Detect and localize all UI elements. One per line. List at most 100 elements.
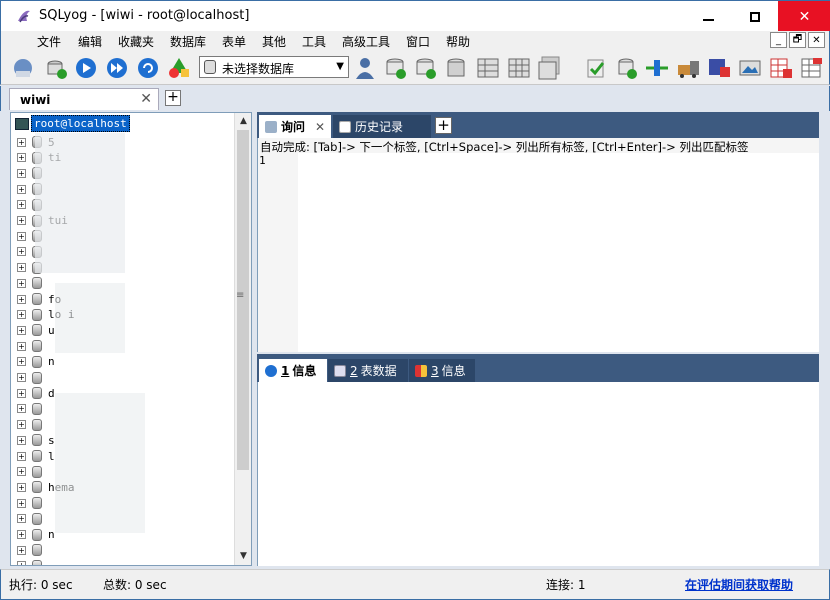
expand-icon[interactable]: + — [17, 357, 26, 367]
expand-icon[interactable]: + — [17, 420, 26, 430]
tree-item-database[interactable]: + — [17, 371, 48, 385]
image-icon[interactable] — [737, 55, 763, 81]
add-connection-tab-button[interactable]: + — [165, 90, 181, 106]
expand-icon[interactable]: + — [17, 388, 26, 398]
expand-icon[interactable]: + — [17, 247, 26, 257]
execute-all-icon[interactable] — [104, 55, 130, 81]
export-icon[interactable] — [768, 55, 794, 81]
tree-item-database[interactable]: + — [17, 465, 48, 479]
menu-help[interactable]: 帮助 — [446, 33, 470, 50]
tree-item-database[interactable]: + l — [17, 449, 55, 463]
tree-item-database[interactable]: + — [17, 402, 48, 416]
tree-item-database[interactable]: + — [17, 543, 48, 557]
table-icon[interactable] — [506, 55, 532, 81]
database-select[interactable]: 未选择数据库 ▼ — [199, 56, 349, 78]
expand-icon[interactable]: + — [17, 530, 26, 539]
menu-edit[interactable]: 编辑 — [78, 33, 102, 50]
new-connection-plus-icon[interactable] — [43, 55, 69, 81]
grid-icon[interactable] — [475, 55, 501, 81]
expand-icon[interactable]: + — [17, 373, 26, 382]
menu-window[interactable]: 窗口 — [406, 33, 430, 50]
expand-icon[interactable]: + — [17, 498, 26, 508]
scroll-up-icon[interactable]: ▲ — [235, 113, 251, 130]
expand-icon[interactable]: + — [17, 294, 26, 304]
expand-icon[interactable]: + — [17, 482, 26, 492]
tab-result-table-data[interactable]: 2 表数据 — [328, 359, 408, 382]
user-icon[interactable] — [352, 55, 378, 81]
copy-icon[interactable] — [644, 55, 670, 81]
more-icon[interactable] — [799, 55, 825, 81]
expand-icon[interactable]: + — [17, 278, 26, 288]
menu-advanced-tools[interactable]: 高级工具 — [342, 33, 390, 50]
tab-history[interactable]: 历史记录 — [333, 115, 431, 138]
add-query-tab-button[interactable]: + — [435, 117, 452, 134]
menu-other[interactable]: 其他 — [262, 33, 286, 50]
close-icon[interactable]: ✕ — [140, 91, 152, 107]
expand-icon[interactable]: + — [17, 325, 26, 335]
tree-item-database[interactable]: + n — [17, 355, 55, 369]
check-icon[interactable] — [583, 55, 609, 81]
query-editor[interactable]: 自动完成: [Tab]-> 下一个标签, [Ctrl+Space]-> 列出所有… — [257, 138, 820, 352]
expand-icon[interactable]: + — [17, 216, 26, 225]
new-connection-icon[interactable] — [11, 55, 37, 81]
expand-icon[interactable]: + — [17, 514, 26, 524]
tree-item-database[interactable]: + — [17, 512, 48, 526]
tree-item-database[interactable]: + — [17, 559, 48, 565]
expand-icon[interactable]: + — [17, 184, 26, 194]
expand-icon[interactable]: + — [17, 341, 26, 351]
expand-icon[interactable]: + — [17, 561, 26, 565]
table2-icon[interactable] — [536, 55, 562, 81]
schedule-icon[interactable] — [706, 55, 732, 81]
schema-sync-icon[interactable] — [166, 55, 192, 81]
tab-result-messages[interactable]: 1 信息 — [259, 359, 327, 382]
expand-icon[interactable]: + — [17, 404, 26, 414]
splitter-grip-icon[interactable]: ≡ — [236, 290, 244, 301]
mdi-close-button[interactable]: ✕ — [808, 32, 825, 48]
mdi-restore-button[interactable]: 🗗 — [789, 32, 806, 48]
backup-icon[interactable] — [383, 55, 409, 81]
import-icon[interactable] — [443, 55, 469, 81]
menu-database[interactable]: 数据库 — [170, 33, 206, 50]
tree-item-database[interactable]: + — [17, 276, 48, 290]
mdi-minimize-button[interactable]: _ — [770, 32, 787, 48]
tree-item-database[interactable]: + — [17, 496, 48, 510]
info-blocks-icon — [415, 364, 427, 377]
restore-icon[interactable] — [413, 55, 439, 81]
tree-item-database[interactable]: + — [17, 339, 48, 353]
menu-file[interactable]: 文件 — [37, 33, 61, 50]
close-icon[interactable]: ✕ — [315, 120, 325, 134]
expand-icon[interactable]: + — [17, 168, 26, 178]
connection-tab-wiwi[interactable]: wiwi ✕ — [9, 88, 159, 110]
menu-favorites[interactable]: 收藏夹 — [118, 33, 154, 50]
tab-query[interactable]: 询问 ✕ — [259, 115, 331, 138]
expand-icon[interactable]: + — [17, 137, 26, 147]
expand-icon[interactable]: + — [17, 153, 26, 163]
db-wizard-icon[interactable] — [614, 55, 640, 81]
transfer-icon[interactable] — [675, 55, 701, 81]
menu-table[interactable]: 表单 — [222, 33, 246, 50]
expand-icon[interactable]: + — [17, 545, 26, 555]
tree-item-database[interactable]: + u — [17, 323, 55, 337]
menu-tools[interactable]: 工具 — [302, 33, 326, 50]
tree-item-database[interactable]: + d — [17, 386, 55, 400]
expand-icon[interactable]: + — [17, 231, 26, 241]
execute-icon[interactable] — [73, 55, 99, 81]
tree-item-database[interactable]: + n — [17, 528, 55, 542]
tree-item-database[interactable]: + s — [17, 433, 55, 447]
help-link[interactable]: 在评估期间获取帮助 — [685, 576, 793, 593]
tree-item-database[interactable]: + — [17, 418, 48, 432]
expand-icon[interactable]: + — [17, 310, 26, 320]
maximize-button[interactable] — [732, 1, 778, 32]
tree-root-connection[interactable]: root@localhost — [15, 115, 130, 132]
minimize-button[interactable] — [685, 1, 731, 32]
expand-icon[interactable]: + — [17, 467, 26, 477]
expand-icon[interactable]: + — [17, 200, 26, 210]
scroll-down-icon[interactable]: ▼ — [235, 548, 251, 565]
expand-icon[interactable]: + — [17, 451, 26, 461]
tab-result-info[interactable]: 3 信息 — [409, 359, 475, 382]
refresh-icon[interactable] — [135, 55, 161, 81]
close-button[interactable]: ✕ — [778, 1, 830, 32]
tree-scrollbar[interactable]: ▲ ▼ — [234, 113, 251, 565]
expand-icon[interactable]: + — [17, 435, 26, 445]
expand-icon[interactable]: + — [17, 263, 26, 273]
